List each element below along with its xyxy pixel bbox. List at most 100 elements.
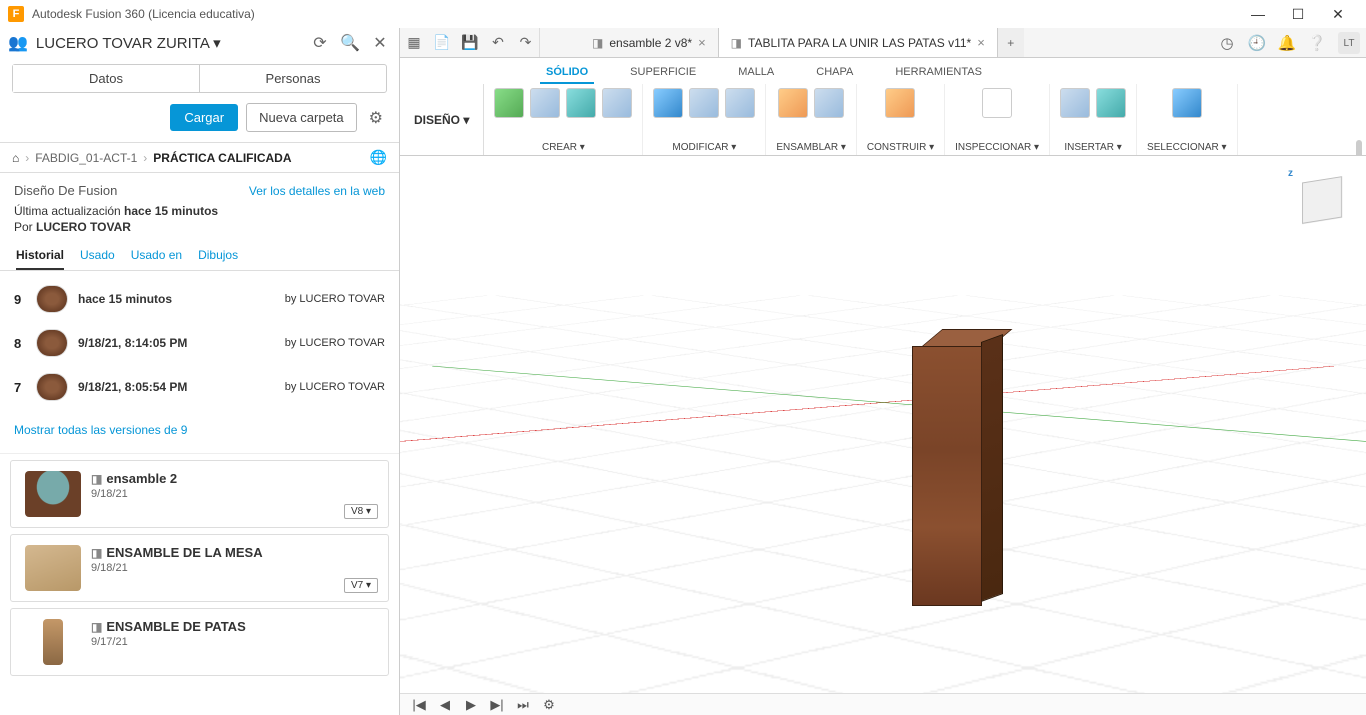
select-icon[interactable] <box>1172 88 1202 118</box>
shell-icon[interactable] <box>725 88 755 118</box>
joint-icon[interactable] <box>778 88 808 118</box>
related-thumb-icon <box>25 471 81 517</box>
close-panel-icon[interactable]: ✕ <box>369 32 391 54</box>
globe-icon[interactable]: 🌐 <box>370 149 387 166</box>
home-icon[interactable]: ⌂ <box>12 151 19 165</box>
undo-icon[interactable]: ↶ <box>484 28 512 57</box>
measure-icon[interactable] <box>982 88 1012 118</box>
document-tab[interactable]: ◨ ensamble 2 v8* × <box>580 28 719 57</box>
ribbon-group-construir: CONSTRUIR ▾ <box>857 84 945 155</box>
app-title: Autodesk Fusion 360 (Licencia educativa) <box>32 7 1238 21</box>
close-tab-icon[interactable]: × <box>698 35 706 50</box>
design-detail: Diseño De Fusion Ver los detalles en la … <box>0 173 399 238</box>
design-author: Por LUCERO TOVAR <box>14 220 385 234</box>
sketch-icon[interactable] <box>494 88 524 118</box>
file-icon[interactable]: 📄 <box>428 28 456 57</box>
save-icon[interactable]: 💾 <box>456 28 484 57</box>
breadcrumb-project[interactable]: FABDIG_01-ACT-1 <box>35 151 137 165</box>
related-designs: ◨ensamble 2 9/18/21 V8 ▾ ◨ENSAMBLE DE LA… <box>0 453 399 682</box>
grid-plane <box>400 295 1366 715</box>
insert-image-icon[interactable] <box>1096 88 1126 118</box>
history-list: 9 hace 15 minutos by LUCERO TOVAR 8 9/18… <box>0 271 399 415</box>
extrude-icon[interactable] <box>530 88 560 118</box>
subtab-usado-en[interactable]: Usado en <box>131 248 182 270</box>
jobs-icon[interactable]: 🕘 <box>1242 28 1272 57</box>
presspull-icon[interactable] <box>653 88 683 118</box>
version-badge[interactable]: V7 ▾ <box>344 578 378 593</box>
version-thumb-icon <box>36 373 68 401</box>
close-window-button[interactable]: ✕ <box>1318 0 1358 28</box>
ribbon-tab-solido[interactable]: SÓLIDO <box>540 62 594 84</box>
ribbon-tab-chapa[interactable]: CHAPA <box>810 62 859 84</box>
ribbon-tab-superficie[interactable]: SUPERFICIE <box>624 62 702 84</box>
fillet-icon[interactable] <box>689 88 719 118</box>
subtab-historial[interactable]: Historial <box>16 248 64 270</box>
viewport-canvas[interactable]: z |◀ ◀ ▶ ▶| ⏭ ⚙ <box>400 156 1366 715</box>
cube-icon: ◨ <box>91 472 102 486</box>
gear-icon[interactable]: ⚙ <box>365 104 387 132</box>
timeline-settings-icon[interactable]: ⚙ <box>540 697 558 713</box>
maximize-button[interactable]: ☐ <box>1278 0 1318 28</box>
version-badge[interactable]: V8 ▾ <box>344 504 378 519</box>
revolve-icon[interactable] <box>566 88 596 118</box>
breadcrumb-current[interactable]: PRÁCTICA CALIFICADA <box>153 151 291 165</box>
timeline-play-icon[interactable]: ▶ <box>462 697 480 713</box>
ribbon-tab-herramientas[interactable]: HERRAMIENTAS <box>889 62 988 84</box>
model-body[interactable] <box>912 346 992 626</box>
show-all-versions-link[interactable]: Mostrar todas las versiones de 9 <box>0 415 399 453</box>
ribbon-tabs: SÓLIDO SUPERFICIE MALLA CHAPA HERRAMIENT… <box>400 58 1366 84</box>
version-thumb-icon <box>36 285 68 313</box>
notifications-icon[interactable]: 🔔 <box>1272 28 1302 57</box>
workspace: ▦ 📄 💾 ↶ ↷ ◨ ensamble 2 v8* × ◨ TABLITA P… <box>400 28 1366 715</box>
box-icon[interactable] <box>602 88 632 118</box>
data-panel: 👥 LUCERO TOVAR ZURITA ▾ ⟳ 🔍 ✕ Datos Pers… <box>0 28 400 715</box>
history-item[interactable]: 9 hace 15 minutos by LUCERO TOVAR <box>0 277 399 321</box>
app-logo-icon: F <box>8 6 24 22</box>
workspace-switcher[interactable]: DISEÑO ▾ <box>400 84 484 155</box>
refresh-icon[interactable]: ⟳ <box>309 32 331 54</box>
search-icon[interactable]: 🔍 <box>339 32 361 54</box>
related-thumb-icon <box>25 545 81 591</box>
related-item[interactable]: ◨ENSAMBLE DE PATAS 9/17/21 <box>10 608 389 676</box>
tab-personas[interactable]: Personas <box>200 65 386 92</box>
view-cube[interactable]: z <box>1294 172 1350 228</box>
asbuilt-joint-icon[interactable] <box>814 88 844 118</box>
timeline-end-icon[interactable]: ⏭ <box>514 697 532 713</box>
team-name[interactable]: LUCERO TOVAR ZURITA ▾ <box>36 34 301 52</box>
tab-datos[interactable]: Datos <box>13 65 200 92</box>
ribbon-group-inspeccionar: INSPECCIONAR ▾ <box>945 84 1050 155</box>
timeline-start-icon[interactable]: |◀ <box>410 697 428 713</box>
help-icon[interactable]: ❔ <box>1302 28 1332 57</box>
related-item[interactable]: ◨ENSAMBLE DE LA MESA 9/18/21 V7 ▾ <box>10 534 389 602</box>
z-axis-label: z <box>1288 168 1293 179</box>
title-bar: F Autodesk Fusion 360 (Licencia educativ… <box>0 0 1366 28</box>
document-tab-active[interactable]: ◨ TABLITA PARA LA UNIR LAS PATAS v11* × <box>719 28 998 57</box>
extensions-icon[interactable]: ◷ <box>1212 28 1242 57</box>
subtab-usado[interactable]: Usado <box>80 248 115 270</box>
related-item[interactable]: ◨ensamble 2 9/18/21 V8 ▾ <box>10 460 389 528</box>
team-icon[interactable]: 👥 <box>8 33 28 53</box>
new-folder-button[interactable]: Nueva carpeta <box>246 103 357 132</box>
history-item[interactable]: 7 9/18/21, 8:05:54 PM by LUCERO TOVAR <box>0 365 399 409</box>
close-tab-icon[interactable]: × <box>977 35 985 50</box>
last-updated: Última actualización hace 15 minutos <box>14 204 385 218</box>
upload-button[interactable]: Cargar <box>170 104 238 131</box>
timeline-prev-icon[interactable]: ◀ <box>436 697 454 713</box>
insert-derive-icon[interactable] <box>1060 88 1090 118</box>
plane-icon[interactable] <box>885 88 915 118</box>
subtab-dibujos[interactable]: Dibujos <box>198 248 238 270</box>
cube-icon: ◨ <box>91 620 102 634</box>
history-item[interactable]: 8 9/18/21, 8:14:05 PM by LUCERO TOVAR <box>0 321 399 365</box>
data-panel-header: 👥 LUCERO TOVAR ZURITA ▾ ⟳ 🔍 ✕ <box>0 28 399 58</box>
ribbon-group-crear: CREAR ▾ <box>484 84 643 155</box>
timeline-next-icon[interactable]: ▶| <box>488 697 506 713</box>
grid-apps-icon[interactable]: ▦ <box>400 28 428 57</box>
user-avatar[interactable]: LT <box>1338 32 1360 54</box>
redo-icon[interactable]: ↷ <box>512 28 540 57</box>
new-tab-button[interactable]: + <box>998 28 1024 57</box>
ribbon-group-insertar: INSERTAR ▾ <box>1050 84 1137 155</box>
view-web-link[interactable]: Ver los detalles en la web <box>249 184 385 198</box>
minimize-button[interactable]: — <box>1238 0 1278 28</box>
related-thumb-icon <box>43 619 63 665</box>
ribbon-tab-malla[interactable]: MALLA <box>732 62 780 84</box>
